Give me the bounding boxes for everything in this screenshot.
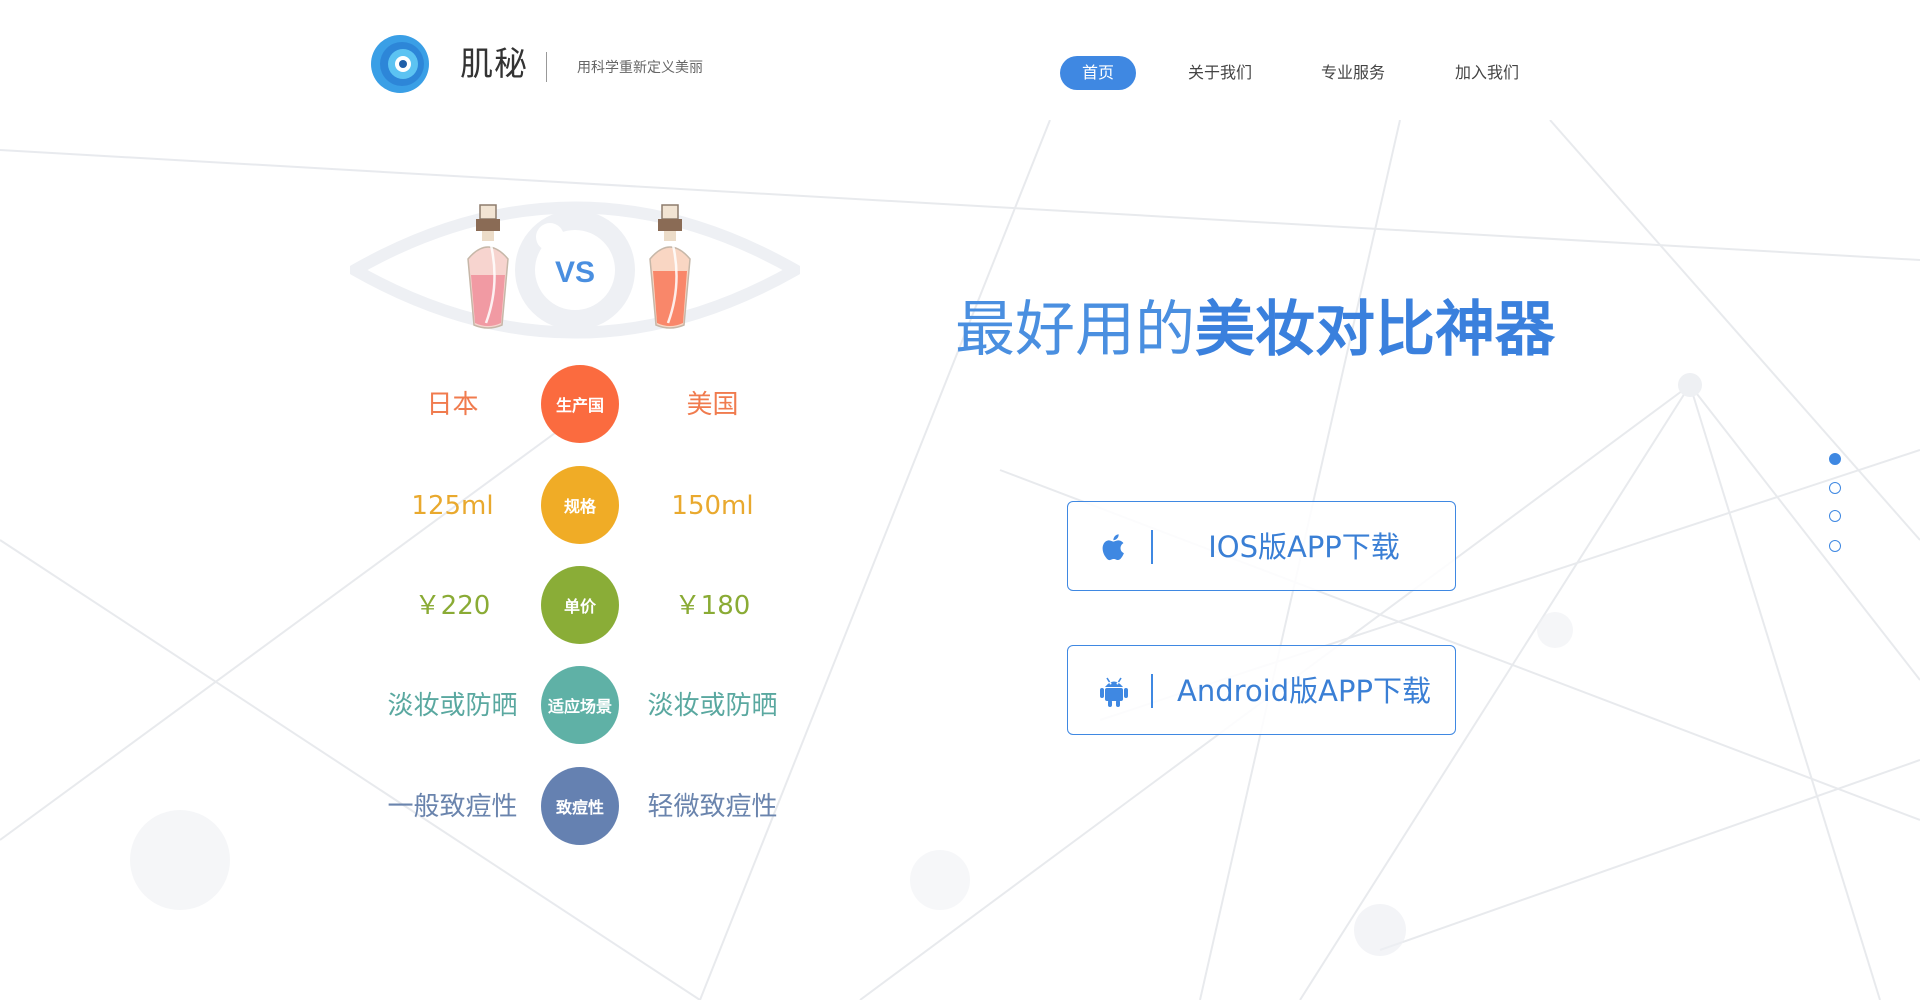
compare-badge-acne: 致痘性 — [541, 767, 619, 845]
android-download-button[interactable]: Android版APP下载 — [1067, 645, 1456, 735]
bottles-comparison-illustration: VS — [350, 201, 800, 339]
pagination-dot-1[interactable] — [1829, 453, 1841, 465]
nav-item-join[interactable]: 加入我们 — [1442, 56, 1532, 90]
compare-left-value: 淡妆或防晒 — [387, 691, 518, 721]
compare-row-scenario: 淡妆或防晒 适应场景 淡妆或防晒 — [360, 666, 810, 746]
compare-badge-scenario: 适应场景 — [541, 666, 619, 744]
vs-label: VS — [555, 256, 595, 289]
compare-right-value: 美国 — [686, 390, 739, 420]
nav-item-about[interactable]: 关于我们 — [1175, 56, 1265, 90]
compare-left-value: 一般致痘性 — [387, 792, 518, 822]
compare-left-value: 125ml — [411, 491, 494, 521]
nav-item-services[interactable]: 专业服务 — [1308, 56, 1398, 90]
pagination-dot-2[interactable] — [1829, 482, 1841, 494]
headline-light: 最好用的 — [955, 295, 1195, 365]
pagination-dot-4[interactable] — [1829, 540, 1841, 552]
compare-row-size: 125ml 规格 150ml — [360, 466, 810, 546]
brand-name: 肌秘 — [460, 44, 528, 83]
compare-right-value: ￥180 — [674, 591, 751, 621]
compare-row-origin: 日本 生产国 美国 — [360, 365, 810, 445]
compare-right-value: 150ml — [671, 491, 754, 521]
brand-divider — [546, 52, 547, 82]
ios-download-label: IOS版APP下载 — [1208, 530, 1400, 564]
compare-badge-size: 规格 — [541, 466, 619, 544]
compare-left-value: ￥220 — [414, 591, 491, 621]
android-icon — [1100, 677, 1128, 707]
apple-icon — [1102, 534, 1124, 561]
slide-pagination — [1829, 453, 1843, 553]
ios-download-button[interactable]: IOS版APP下载 — [1067, 501, 1456, 591]
compare-badge-origin: 生产国 — [541, 365, 619, 443]
compare-right-value: 轻微致痘性 — [647, 792, 778, 822]
hero-headline: 最好用的美妆对比神器 — [955, 290, 1555, 370]
pagination-dot-3[interactable] — [1829, 510, 1841, 522]
headline-bold: 美妆对比神器 — [1195, 295, 1555, 365]
header: 肌秘 用科学重新定义美丽 首页 关于我们 专业服务 加入我们 — [0, 0, 1920, 120]
nav-item-home[interactable]: 首页 — [1060, 56, 1136, 90]
compare-row-price: ￥220 单价 ￥180 — [360, 566, 810, 646]
eye-logo-icon[interactable] — [370, 34, 430, 94]
compare-badge-price: 单价 — [541, 566, 619, 644]
brand-slogan: 用科学重新定义美丽 — [577, 60, 703, 76]
compare-right-value: 淡妆或防晒 — [647, 691, 778, 721]
main-content: VS 日本 生产国 美国 125ml 规格 150ml ￥220 单价 ￥180… — [0, 0, 1920, 1000]
compare-left-value: 日本 — [426, 390, 479, 420]
android-download-label: Android版APP下载 — [1177, 674, 1431, 708]
compare-row-acne: 一般致痘性 致痘性 轻微致痘性 — [360, 767, 810, 847]
